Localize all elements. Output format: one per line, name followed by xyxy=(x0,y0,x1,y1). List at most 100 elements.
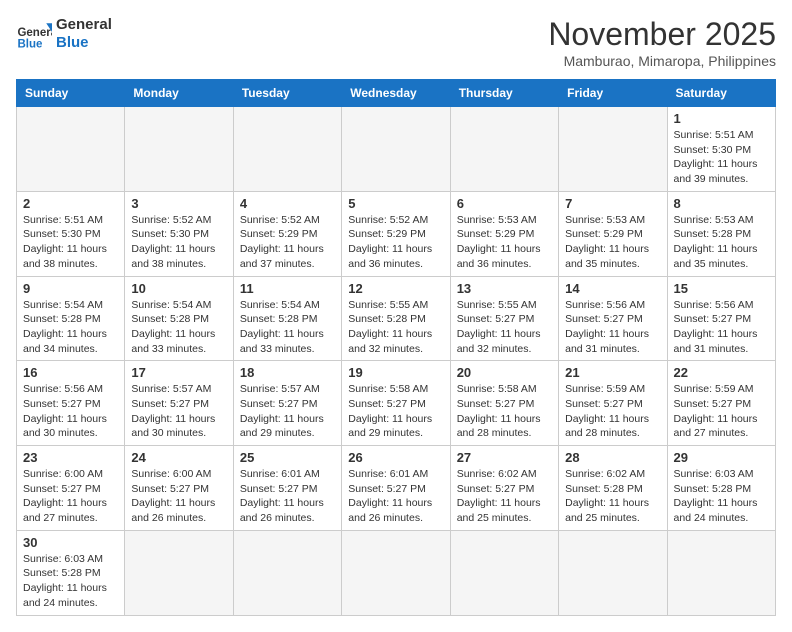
day-info: Sunrise: 5:52 AM Sunset: 5:29 PM Dayligh… xyxy=(240,213,335,272)
calendar-cell: 2Sunrise: 5:51 AM Sunset: 5:30 PM Daylig… xyxy=(17,191,125,276)
day-number: 22 xyxy=(674,365,769,380)
calendar-cell: 17 Sunrise: 5:57 AM Sunset: 5:27 PM Dayli… xyxy=(125,361,233,446)
calendar-cell xyxy=(559,107,667,192)
calendar-cell: 10 Sunrise: 5:54 AM Sunset: 5:28 PM Dayli… xyxy=(125,276,233,361)
day-number: 17 xyxy=(131,365,226,380)
calendar-cell: 19 Sunrise: 5:58 AM Sunset: 5:27 PM Dayli… xyxy=(342,361,450,446)
day-info: Sunrise: 5:56 AM Sunset: 5:27 PM Dayligh… xyxy=(565,298,660,357)
day-number: 29 xyxy=(674,450,769,465)
calendar-cell: 18Sunrise: 5:57 AM Sunset: 5:27 PM Dayli… xyxy=(233,361,341,446)
day-info: Sunrise: 6:00 AM Sunset: 5:27 PM Dayligh… xyxy=(131,467,226,526)
day-info: Sunrise: 6:01 AM Sunset: 5:27 PM Dayligh… xyxy=(240,467,335,526)
day-info: Sunrise: 6:02 AM Sunset: 5:27 PM Dayligh… xyxy=(457,467,552,526)
day-info: Sunrise: 6:03 AM Sunset: 5:28 PM Dayligh… xyxy=(23,552,118,611)
svg-text:Blue: Blue xyxy=(17,39,43,51)
logo-icon: General Blue xyxy=(16,16,52,52)
day-number: 15 xyxy=(674,281,769,296)
day-number: 30 xyxy=(23,535,118,550)
weekday-header-tuesday: Tuesday xyxy=(233,80,341,107)
calendar-cell: 20Sunrise: 5:58 AM Sunset: 5:27 PM Dayli… xyxy=(450,361,558,446)
calendar-cell: 8Sunrise: 5:53 AM Sunset: 5:28 PM Daylig… xyxy=(667,191,775,276)
week-row-4: 16Sunrise: 5:56 AM Sunset: 5:27 PM Dayli… xyxy=(17,361,776,446)
day-number: 27 xyxy=(457,450,552,465)
calendar-cell: 1 Sunrise: 5:51 AM Sunset: 5:30 PM Daylig… xyxy=(667,107,775,192)
calendar-cell xyxy=(559,530,667,615)
calendar-cell: 14Sunrise: 5:56 AM Sunset: 5:27 PM Dayli… xyxy=(559,276,667,361)
day-info: Sunrise: 5:51 AM Sunset: 5:30 PM Dayligh… xyxy=(674,128,769,187)
day-info: Sunrise: 6:00 AM Sunset: 5:27 PM Dayligh… xyxy=(23,467,118,526)
calendar-cell xyxy=(450,107,558,192)
day-number: 4 xyxy=(240,196,335,211)
day-info: Sunrise: 5:52 AM Sunset: 5:29 PM Dayligh… xyxy=(348,213,443,272)
day-number: 6 xyxy=(457,196,552,211)
day-number: 21 xyxy=(565,365,660,380)
calendar-cell: 5 Sunrise: 5:52 AM Sunset: 5:29 PM Daylig… xyxy=(342,191,450,276)
day-info: Sunrise: 6:03 AM Sunset: 5:28 PM Dayligh… xyxy=(674,467,769,526)
day-number: 13 xyxy=(457,281,552,296)
calendar-cell: 25 Sunrise: 6:01 AM Sunset: 5:27 PM Dayli… xyxy=(233,446,341,531)
calendar-cell xyxy=(125,530,233,615)
weekday-header-wednesday: Wednesday xyxy=(342,80,450,107)
day-info: Sunrise: 5:55 AM Sunset: 5:28 PM Dayligh… xyxy=(348,298,443,357)
calendar-cell xyxy=(450,530,558,615)
calendar-cell: 21 Sunrise: 5:59 AM Sunset: 5:27 PM Dayli… xyxy=(559,361,667,446)
calendar-cell xyxy=(233,530,341,615)
day-number: 1 xyxy=(674,111,769,126)
day-number: 24 xyxy=(131,450,226,465)
week-row-6: 30 Sunrise: 6:03 AM Sunset: 5:28 PM Dayli… xyxy=(17,530,776,615)
calendar-cell: 16Sunrise: 5:56 AM Sunset: 5:27 PM Dayli… xyxy=(17,361,125,446)
day-number: 7 xyxy=(565,196,660,211)
week-row-5: 23 Sunrise: 6:00 AM Sunset: 5:27 PM Dayli… xyxy=(17,446,776,531)
calendar-table: SundayMondayTuesdayWednesdayThursdayFrid… xyxy=(16,79,776,616)
calendar-cell: 28Sunrise: 6:02 AM Sunset: 5:28 PM Dayli… xyxy=(559,446,667,531)
calendar-cell: 6Sunrise: 5:53 AM Sunset: 5:29 PM Daylig… xyxy=(450,191,558,276)
day-info: Sunrise: 5:52 AM Sunset: 5:30 PM Dayligh… xyxy=(131,213,226,272)
weekday-header-saturday: Saturday xyxy=(667,80,775,107)
weekday-header-sunday: Sunday xyxy=(17,80,125,107)
location: Mamburao, Mimaropa, Philippines xyxy=(548,53,776,69)
day-number: 5 xyxy=(348,196,443,211)
calendar-cell: 15 Sunrise: 5:56 AM Sunset: 5:27 PM Dayli… xyxy=(667,276,775,361)
day-info: Sunrise: 5:54 AM Sunset: 5:28 PM Dayligh… xyxy=(131,298,226,357)
calendar-cell: 29 Sunrise: 6:03 AM Sunset: 5:28 PM Dayli… xyxy=(667,446,775,531)
calendar-cell xyxy=(17,107,125,192)
day-info: Sunrise: 5:54 AM Sunset: 5:28 PM Dayligh… xyxy=(23,298,118,357)
day-number: 18 xyxy=(240,365,335,380)
day-number: 20 xyxy=(457,365,552,380)
day-number: 3 xyxy=(131,196,226,211)
day-number: 11 xyxy=(240,281,335,296)
day-number: 26 xyxy=(348,450,443,465)
day-number: 2 xyxy=(23,196,118,211)
day-number: 28 xyxy=(565,450,660,465)
weekday-header-monday: Monday xyxy=(125,80,233,107)
day-info: Sunrise: 5:59 AM Sunset: 5:27 PM Dayligh… xyxy=(565,382,660,441)
calendar-cell: 9 Sunrise: 5:54 AM Sunset: 5:28 PM Daylig… xyxy=(17,276,125,361)
calendar-cell: 27 Sunrise: 6:02 AM Sunset: 5:27 PM Dayli… xyxy=(450,446,558,531)
day-number: 19 xyxy=(348,365,443,380)
header-row: SundayMondayTuesdayWednesdayThursdayFrid… xyxy=(17,80,776,107)
calendar-cell xyxy=(125,107,233,192)
week-row-3: 9 Sunrise: 5:54 AM Sunset: 5:28 PM Daylig… xyxy=(17,276,776,361)
calendar-cell: 30 Sunrise: 6:03 AM Sunset: 5:28 PM Dayli… xyxy=(17,530,125,615)
day-number: 25 xyxy=(240,450,335,465)
calendar-cell: 3 Sunrise: 5:52 AM Sunset: 5:30 PM Daylig… xyxy=(125,191,233,276)
day-info: Sunrise: 5:59 AM Sunset: 5:27 PM Dayligh… xyxy=(674,382,769,441)
day-number: 9 xyxy=(23,281,118,296)
day-number: 10 xyxy=(131,281,226,296)
logo-blue: Blue xyxy=(56,34,112,52)
day-number: 23 xyxy=(23,450,118,465)
week-row-2: 2Sunrise: 5:51 AM Sunset: 5:30 PM Daylig… xyxy=(17,191,776,276)
weekday-header-thursday: Thursday xyxy=(450,80,558,107)
day-info: Sunrise: 5:56 AM Sunset: 5:27 PM Dayligh… xyxy=(674,298,769,357)
logo-general: General xyxy=(56,16,112,34)
day-number: 8 xyxy=(674,196,769,211)
day-info: Sunrise: 5:58 AM Sunset: 5:27 PM Dayligh… xyxy=(348,382,443,441)
calendar-cell: 11 Sunrise: 5:54 AM Sunset: 5:28 PM Dayli… xyxy=(233,276,341,361)
day-info: Sunrise: 5:57 AM Sunset: 5:27 PM Dayligh… xyxy=(131,382,226,441)
weekday-header-friday: Friday xyxy=(559,80,667,107)
day-info: Sunrise: 5:53 AM Sunset: 5:29 PM Dayligh… xyxy=(565,213,660,272)
day-info: Sunrise: 5:54 AM Sunset: 5:28 PM Dayligh… xyxy=(240,298,335,357)
calendar-cell: 22 Sunrise: 5:59 AM Sunset: 5:27 PM Dayli… xyxy=(667,361,775,446)
calendar-cell: 7 Sunrise: 5:53 AM Sunset: 5:29 PM Daylig… xyxy=(559,191,667,276)
day-number: 12 xyxy=(348,281,443,296)
